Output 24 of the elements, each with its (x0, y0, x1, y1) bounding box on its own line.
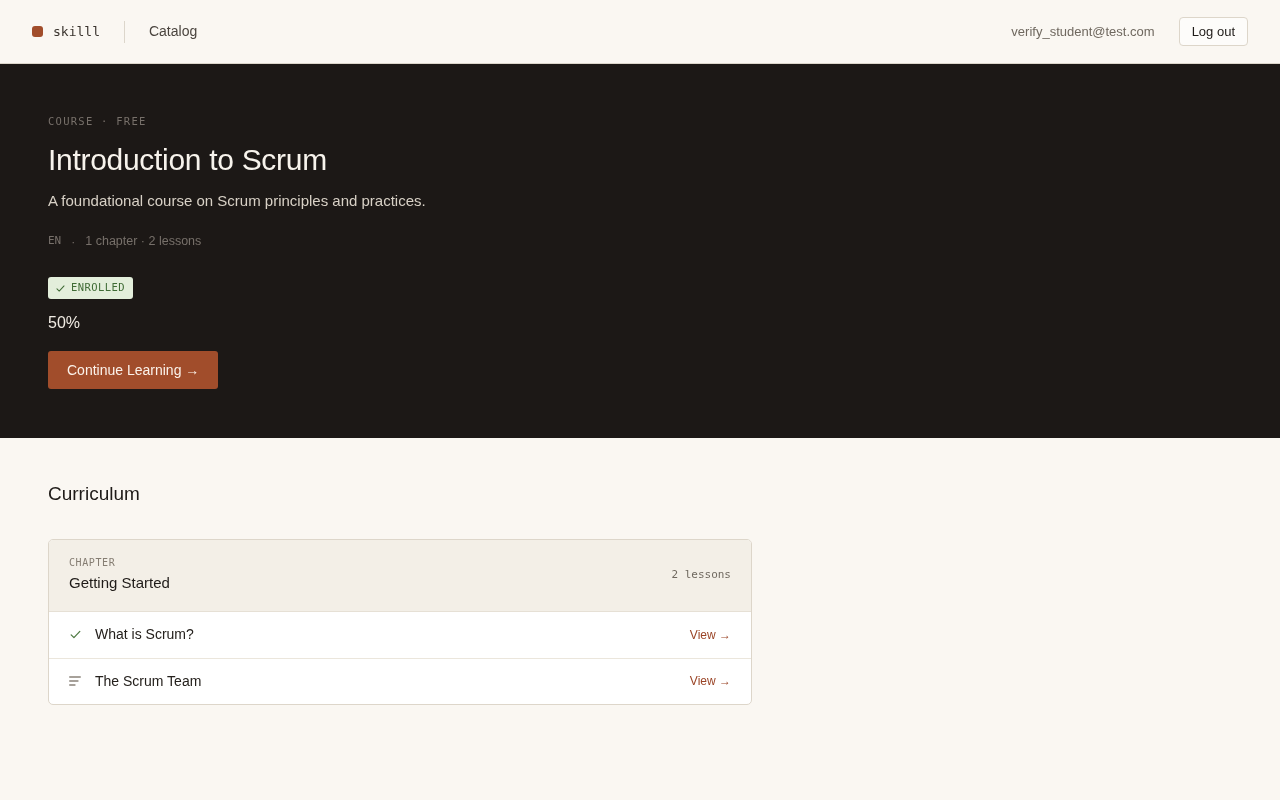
course-eyebrow: COURSE · FREE (48, 114, 147, 129)
view-link[interactable]: View → (689, 625, 731, 644)
meta-separator: · (71, 233, 76, 251)
view-link[interactable]: View → (689, 672, 731, 690)
nav-link[interactable]: Catalog (148, 21, 198, 42)
lesson-count: 2 lessons (671, 566, 731, 583)
check-icon (56, 283, 65, 293)
curriculum-heading: Curriculum (48, 482, 140, 506)
user-email: verify_student@test.com (1011, 22, 1155, 41)
chapter-eyebrow: CHAPTER (69, 556, 117, 571)
logo-text[interactable]: skilll (53, 21, 100, 42)
course-summary: 1 chapter · 2 lessons (85, 233, 202, 251)
lesson-row[interactable]: What is Scrum? View → (49, 611, 751, 658)
course-description: A foundational course on Scrum principles and practices. (48, 190, 426, 211)
continue-learning-button[interactable]: Continue Learning → (48, 351, 219, 389)
course-title: Introduction to Scrum (48, 141, 327, 178)
progress-percent: 50% (48, 313, 81, 333)
enrolled-label: ENROLLED (71, 280, 125, 296)
logout-button[interactable]: Log out (1178, 17, 1248, 46)
lesson-row[interactable]: The Scrum Team View → (49, 657, 751, 704)
lesson-title: The Scrum Team (95, 671, 202, 691)
chapter-title: Getting Started (69, 573, 170, 594)
language-code: EN (48, 233, 62, 250)
lesson-title: What is Scrum? (95, 625, 194, 644)
